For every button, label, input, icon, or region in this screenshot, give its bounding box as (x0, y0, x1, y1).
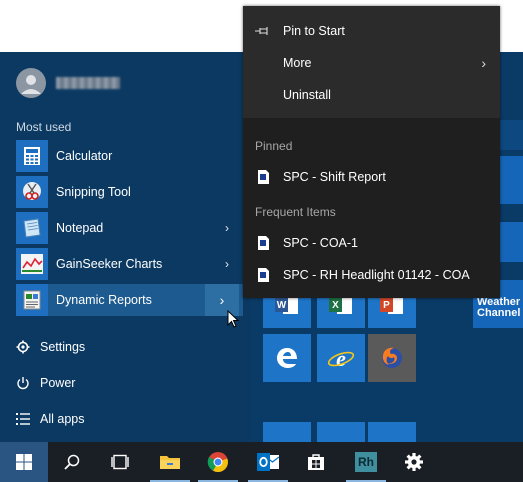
outlook-button[interactable] (244, 442, 292, 482)
start-button[interactable] (0, 442, 48, 482)
tile-fragment (499, 120, 523, 150)
app-label: Notepad (56, 221, 104, 235)
outlook-icon (257, 453, 280, 471)
notepad-icon (16, 212, 48, 244)
chevron-right-icon: › (219, 292, 225, 308)
svg-text:P: P (383, 300, 390, 311)
chevron-right-icon[interactable]: › (225, 257, 229, 271)
mouse-cursor-icon (227, 310, 240, 328)
app-item-gainseeker-charts[interactable]: GainSeeker Charts › (16, 248, 243, 280)
frequent-heading: Frequent Items (255, 205, 336, 219)
all-apps-item[interactable]: All apps (16, 412, 84, 426)
power-item[interactable]: Power (16, 376, 75, 390)
app-item-calculator[interactable]: Calculator (16, 140, 243, 172)
firefox-icon (382, 347, 402, 368)
task-view-icon (111, 454, 129, 470)
app-item-dynamic-reports[interactable]: Dynamic Reports › (16, 284, 243, 316)
chrome-button[interactable] (194, 442, 242, 482)
internet-explorer-icon: e (327, 346, 355, 371)
person-icon (21, 75, 41, 94)
document-icon (243, 169, 283, 185)
store-button[interactable] (292, 442, 340, 482)
app-item-notepad[interactable]: Notepad › (16, 212, 243, 244)
jumplist-label: SPC - RH Headlight 01142 - COA (283, 268, 470, 282)
pin-to-start-label: Pin to Start (283, 24, 345, 38)
partial-tile[interactable] (368, 422, 416, 442)
svg-text:W: W (277, 300, 287, 311)
file-explorer-icon (160, 456, 180, 469)
jumplist-item[interactable]: SPC - RH Headlight 01142 - COA (243, 260, 500, 290)
more-item[interactable]: More › (243, 48, 500, 78)
edge-tile[interactable] (263, 334, 311, 382)
jumplist-label: SPC - Shift Report (283, 170, 386, 184)
uninstall-label: Uninstall (283, 88, 331, 102)
avatar (16, 68, 46, 98)
context-menu: Pin to Start More › Uninstall Pinned SPC… (243, 6, 500, 298)
power-icon (17, 377, 29, 390)
partial-tile[interactable] (317, 422, 365, 442)
gear-icon (16, 340, 30, 354)
all-apps-label: All apps (40, 412, 85, 426)
svg-text:e: e (336, 346, 346, 371)
app-label: Dynamic Reports (56, 293, 152, 307)
tile-fragment (499, 156, 523, 204)
store-icon (308, 454, 324, 470)
power-label: Power (40, 376, 76, 390)
edge-icon (277, 348, 297, 368)
windows-logo-icon (16, 454, 32, 470)
rh-icon-text: Rh (358, 455, 374, 469)
most-used-heading: Most used (16, 120, 72, 134)
app-label: Calculator (56, 149, 113, 163)
chart-icon (16, 248, 48, 280)
uninstall-item[interactable]: Uninstall (243, 80, 500, 110)
jumplist-label: SPC - COA-1 (283, 236, 359, 250)
search-icon (64, 454, 80, 470)
chevron-right-icon: › (481, 55, 486, 71)
svg-text:X: X (332, 300, 339, 311)
scissors-icon (16, 176, 48, 208)
start-menu-left-column: Most used Calculator Snipping Tool Notep… (0, 52, 250, 442)
chrome-icon (207, 452, 228, 473)
pin-to-start-item[interactable]: Pin to Start (243, 16, 500, 46)
app-item-snipping-tool[interactable]: Snipping Tool (16, 176, 243, 208)
partial-tile[interactable] (263, 422, 311, 442)
more-label: More (283, 56, 312, 70)
settings-item[interactable]: Settings (16, 340, 85, 354)
user-name-redacted (56, 77, 120, 89)
settings-label: Settings (40, 340, 86, 354)
document-icon (243, 235, 283, 251)
firefox-tile[interactable] (368, 334, 416, 382)
task-view-button[interactable] (96, 442, 144, 482)
desktop-item-label: Data (501, 28, 523, 40)
settings-icon (405, 453, 423, 471)
search-button[interactable] (48, 442, 96, 482)
user-account[interactable] (16, 68, 120, 98)
pinned-heading: Pinned (255, 139, 293, 153)
list-icon (16, 413, 30, 425)
taskbar: Rh (0, 442, 523, 482)
chevron-right-icon[interactable]: › (225, 221, 229, 235)
pin-icon (243, 26, 283, 36)
app-label: GainSeeker Charts (56, 257, 163, 271)
file-explorer-button[interactable] (146, 442, 194, 482)
jumplist-item[interactable]: SPC - COA-1 (243, 228, 500, 258)
settings-taskbar-button[interactable] (390, 442, 438, 482)
calculator-icon (16, 140, 48, 172)
rh-app-button[interactable]: Rh (342, 442, 390, 482)
document-icon (243, 267, 283, 283)
jumplist-item[interactable]: SPC - Shift Report (243, 162, 500, 192)
app-label: Snipping Tool (56, 185, 131, 199)
tile-fragment (499, 222, 523, 262)
internet-explorer-tile[interactable]: e (317, 334, 365, 382)
rh-icon: Rh (355, 452, 377, 472)
report-icon (16, 284, 48, 316)
